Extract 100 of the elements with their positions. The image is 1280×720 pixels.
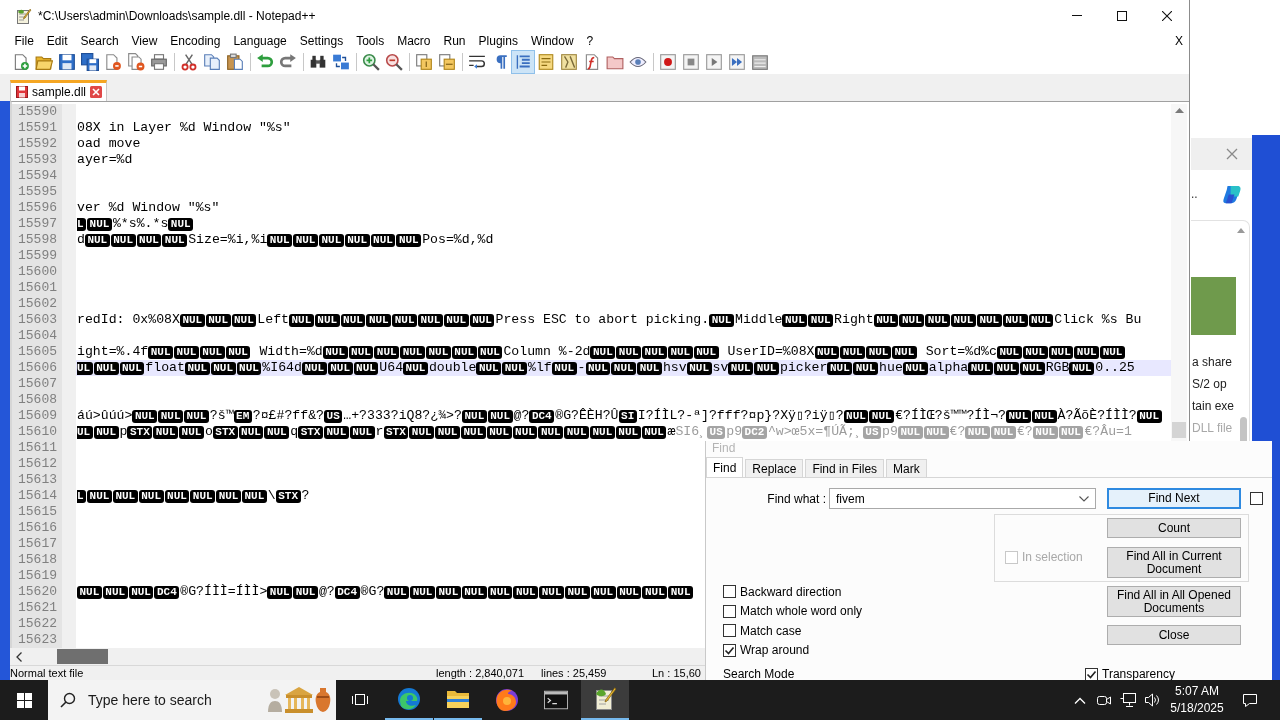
control-char: NUL [293, 585, 318, 599]
volume-icon[interactable] [1144, 692, 1160, 708]
printer-icon[interactable] [150, 53, 168, 71]
dialog-button[interactable]: Find Next [1107, 488, 1241, 509]
dialog-button[interactable]: Find All in All Opened Documents [1107, 586, 1241, 617]
find-what-combobox[interactable]: fivem [829, 488, 1096, 509]
checkbox[interactable] [1250, 492, 1263, 505]
control-char: NUL [642, 345, 667, 359]
checkbox[interactable] [723, 585, 736, 599]
menu-item[interactable]: Edit [40, 32, 75, 49]
zoom-out-icon[interactable] [385, 53, 403, 71]
caret-icon[interactable] [1079, 495, 1089, 502]
windows-logo-icon[interactable] [16, 692, 32, 708]
save-icon[interactable] [58, 53, 76, 71]
clock-time[interactable]: 5:07 AM [1175, 683, 1219, 700]
scissors-icon[interactable] [180, 53, 198, 71]
stop-icon[interactable] [682, 53, 700, 71]
line-number: 15599 [17, 248, 58, 264]
menu-item[interactable]: File [8, 32, 41, 49]
control-char: NUL [267, 233, 293, 247]
scroll-left-icon[interactable] [16, 651, 22, 662]
menu-item[interactable]: Window [524, 32, 581, 49]
code-text: Right [834, 312, 874, 328]
dialog-button[interactable]: Count [1107, 518, 1241, 538]
macro-list-icon[interactable] [751, 53, 769, 71]
minimize-icon[interactable] [1071, 15, 1082, 16]
dialog-button[interactable]: Find All in Current Document [1107, 547, 1241, 578]
checkbox[interactable] [723, 643, 736, 657]
copy-icon[interactable] [203, 53, 221, 71]
control-char: NUL [242, 489, 267, 503]
new-file-icon[interactable] [12, 53, 30, 71]
tab[interactable]: Find [706, 457, 744, 477]
menu-item[interactable]: Run [437, 32, 473, 49]
checkbox-label[interactable]: Wrap around [740, 643, 810, 658]
menu-item[interactable]: Search [74, 32, 126, 49]
chevron-up-icon[interactable] [1074, 696, 1086, 704]
checkbox-label[interactable]: Match case [740, 623, 802, 638]
line-number: 15622 [17, 616, 58, 632]
record-icon[interactable] [659, 53, 677, 71]
checkbox[interactable] [723, 604, 736, 618]
line-number: 15604 [17, 328, 58, 344]
file-tab[interactable]: sample.dll [10, 80, 108, 101]
maximize-icon[interactable] [1116, 10, 1127, 21]
sync-vertical-icon[interactable] [415, 53, 433, 71]
menu-item[interactable]: Encoding [163, 32, 227, 49]
indent-guide-icon[interactable] [511, 50, 535, 74]
code-text: \ [267, 488, 276, 504]
checkbox-label[interactable]: Transparency [1102, 667, 1175, 681]
scroll-up-icon[interactable] [1237, 228, 1245, 233]
checkbox[interactable] [723, 624, 736, 638]
menu-item[interactable]: ? [580, 32, 600, 49]
checkbox[interactable] [1085, 667, 1098, 681]
menu-item[interactable]: Tools [349, 32, 391, 49]
menu-item[interactable]: Settings [293, 32, 350, 49]
tab[interactable]: Replace [745, 459, 804, 477]
network-icon[interactable] [1120, 692, 1136, 708]
scroll-up-icon[interactable] [1174, 108, 1184, 113]
checkbox-label[interactable]: Backward direction [740, 584, 842, 599]
find-what-field[interactable]: fivem [830, 491, 1079, 506]
scrollbar-thumb[interactable] [1172, 422, 1186, 438]
clock-date[interactable]: 5/18/2025 [1170, 700, 1224, 717]
taskbar-button[interactable] [581, 680, 629, 720]
menu-item[interactable]: Plugins [472, 32, 525, 49]
close-file-icon[interactable] [104, 53, 122, 71]
sync-horizontal-icon[interactable] [438, 53, 456, 71]
save-all-icon[interactable] [81, 53, 99, 71]
binoculars-icon[interactable] [309, 53, 327, 71]
close-document-button[interactable]: X [1173, 32, 1185, 49]
clipboard-icon[interactable] [226, 53, 244, 71]
tab[interactable]: Mark [886, 459, 927, 477]
search-bar[interactable]: Type here to search [48, 680, 336, 720]
control-char: NUL [814, 345, 840, 359]
close-all-icon[interactable] [127, 53, 145, 71]
control-char: NUL [616, 345, 642, 359]
task-view-icon[interactable] [351, 692, 369, 708]
dialog-button[interactable]: Close [1107, 625, 1241, 645]
notification-icon[interactable] [1242, 692, 1258, 708]
checkbox-label[interactable]: Match whole word only [740, 604, 863, 619]
menu-item[interactable]: Language [226, 32, 294, 49]
fox-globe-icon[interactable] [495, 688, 519, 712]
word-wrap-icon[interactable] [468, 53, 486, 71]
browser-icon[interactable] [397, 687, 421, 711]
menu-item[interactable]: View [125, 32, 164, 49]
replace-icon[interactable] [332, 53, 350, 71]
terminal-icon[interactable] [544, 688, 568, 712]
control-char: NUL [138, 489, 164, 503]
menu-item[interactable]: Macro [390, 32, 437, 49]
function-list-icon[interactable] [583, 53, 601, 71]
fast-forward-icon[interactable] [728, 53, 746, 71]
scrollbar-thumb[interactable] [57, 649, 108, 664]
zoom-in-icon[interactable] [362, 53, 380, 71]
tab[interactable]: Find in Files [805, 459, 885, 477]
control-char: NUL [174, 345, 199, 359]
play-icon[interactable] [705, 53, 723, 71]
document-icon[interactable] [537, 53, 555, 71]
notepad-icon[interactable] [593, 687, 617, 711]
control-char: NUL [925, 313, 951, 327]
search-field[interactable]: Type here to search [88, 692, 228, 708]
close-icon[interactable] [1161, 10, 1172, 21]
map-icon[interactable] [560, 53, 578, 71]
